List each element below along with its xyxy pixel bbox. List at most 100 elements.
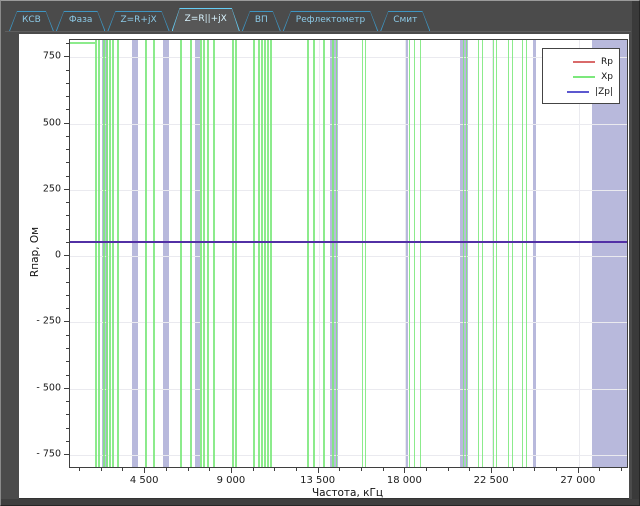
series-xp-pole [261,40,263,467]
x-minor-tick [599,468,600,471]
series-xp-pole [409,40,411,467]
y-minor-tick [66,242,69,243]
y-minor-tick [66,149,69,150]
legend-line-swatch [573,76,595,78]
x-major-tick [491,468,492,473]
x-tick-label: 4 500 [130,475,159,486]
legend-entry: Xp [549,69,613,84]
x-minor-tick [209,468,210,471]
y-minor-tick [66,335,69,336]
y-minor-tick [66,414,69,415]
v-gridline [319,40,320,467]
x-minor-tick [534,468,535,471]
series-xp-pole [112,40,114,467]
tab-ksv[interactable]: КСВ [9,11,54,31]
y-tick-label: - 250 [27,316,61,327]
tab-reflectometer[interactable]: Рефлектометр [283,11,378,31]
tab-smith[interactable]: Смит [380,11,430,31]
tab-label: ВП [242,11,281,25]
tab-label: Z=R+jX [107,11,169,25]
y-minor-tick [66,428,69,429]
x-minor-tick [469,468,470,471]
series-xp-pole [253,40,255,467]
chart-legend: Rp Xp |Zp| [542,48,620,104]
v-gridline [579,40,580,467]
tab-vp[interactable]: ВП [242,11,281,31]
x-tick-label: 9 000 [217,475,246,486]
series-xp-pole [180,40,182,467]
series-xp-pole [145,40,147,467]
series-xp-pole [98,40,100,467]
tab-faza[interactable]: Фаза [56,11,106,31]
x-minor-tick [339,468,340,471]
y-major-tick [64,123,69,124]
x-minor-tick [101,468,102,471]
plot-area[interactable]: Rp Xp |Zp| [69,39,628,468]
legend-line-swatch [573,61,595,63]
tab-label: КСВ [9,11,54,25]
series-xp-pole [267,40,269,467]
tab-z-series[interactable]: Z=R+jX [107,11,169,31]
series-xp-clipped-top [70,42,95,44]
x-minor-tick [188,468,189,471]
x-major-tick [231,468,232,473]
y-minor-tick [66,268,69,269]
x-minor-tick [621,468,622,471]
series-xp-pole [258,40,260,467]
y-minor-tick [66,96,69,97]
series-xp-pole [526,40,528,467]
series-xp-pole [95,40,97,467]
series-xp-pole [213,40,215,467]
tab-z-parallel[interactable]: Z=R||+jX [172,8,240,31]
x-minor-tick [426,468,427,471]
x-minor-tick [513,468,514,471]
y-major-tick [64,454,69,455]
tab-label: Фаза [56,11,106,25]
series-xp-pole [478,40,480,467]
series-line-zp [70,241,627,243]
series-xp-pole [232,40,234,467]
x-axis-title: Частота, кГц [312,487,383,499]
tab-label: Z=R||+jX [172,8,240,24]
band-highlight [592,40,627,467]
x-major-tick [318,468,319,473]
y-minor-tick [66,375,69,376]
series-xp-pole [109,40,111,467]
series-xp-pole [264,40,266,467]
x-minor-tick [361,468,362,471]
series-xp-pole [153,40,155,467]
tab-label: Смит [380,11,430,25]
series-xp-pole [313,40,315,467]
band-highlight [533,40,536,467]
legend-label: Rp [601,57,613,67]
x-minor-tick [296,468,297,471]
x-minor-tick [556,468,557,471]
legend-line-swatch [567,91,589,93]
series-xp-pole [414,40,416,467]
y-minor-tick [66,83,69,84]
legend-label: Xp [601,72,613,82]
y-minor-tick [66,441,69,442]
series-xp-pole [106,40,108,467]
x-major-tick [578,468,579,473]
series-xp-pole [362,40,364,467]
y-minor-tick [66,361,69,362]
v-gridline [405,40,406,467]
y-minor-tick [66,162,69,163]
legend-entry: |Zp| [549,84,613,99]
x-minor-tick [274,468,275,471]
y-minor-tick [66,136,69,137]
series-xp-pole [508,40,510,467]
y-minor-tick [66,43,69,44]
series-xp-pole [420,40,422,467]
x-tick-label: 27 000 [560,475,595,486]
y-tick-label: - 750 [27,449,61,460]
series-xp-pole [482,40,484,467]
series-xp-pole [496,40,498,467]
y-minor-tick [66,70,69,71]
x-tick-label: 18 000 [387,475,422,486]
y-tick-label: 250 [27,183,61,194]
chart-panel: Rпар, Ом RpXp|Zp| Частота, кГц 750500250… [19,34,629,499]
y-major-tick [64,321,69,322]
tab-label: Рефлектометр [283,11,378,25]
